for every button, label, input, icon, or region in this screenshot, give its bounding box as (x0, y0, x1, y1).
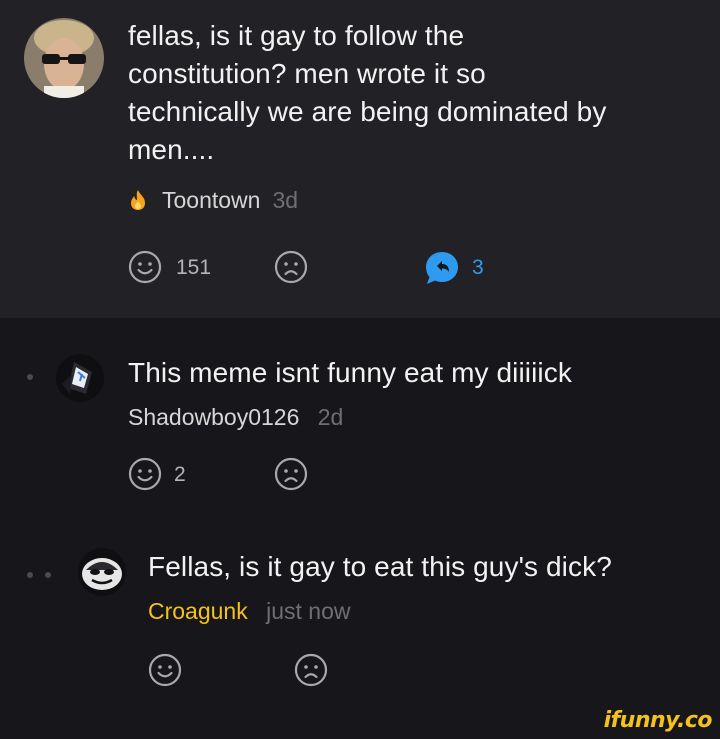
comment2-actions (148, 653, 348, 689)
smile-icon[interactable] (128, 250, 162, 284)
frown-icon[interactable] (274, 250, 308, 284)
post-text-line: constitution? men wrote it so (128, 58, 486, 89)
comment1-time: 2d (317, 404, 344, 430)
post-actions: 151 3 (128, 250, 528, 286)
comment2-text: Fellas, is it gay to eat this guy's dick… (148, 551, 612, 582)
comment1-actions: 2 (128, 457, 328, 493)
post-smile-count: 151 (176, 256, 212, 279)
comment1-meta: Shadowboy0126 2d (128, 404, 343, 431)
post-avatar[interactable] (24, 18, 104, 98)
comment2-avatar[interactable] (78, 548, 126, 596)
avatar-image (78, 548, 126, 596)
post-author[interactable]: Toontown (162, 187, 260, 214)
post-time: 3d (272, 186, 299, 213)
smile-icon[interactable] (128, 457, 162, 491)
post-meta: Toontown 3d (128, 186, 298, 214)
comment2-meta: Croagunk just now (148, 598, 351, 625)
frown-icon[interactable] (294, 653, 328, 687)
comment1-text: This meme isnt funny eat my diiiiick (128, 357, 572, 388)
thread-dot (27, 572, 33, 578)
comment2-time: just now (266, 598, 351, 624)
ifunny-watermark: ifunny.co (603, 708, 713, 733)
comment1-author[interactable]: Shadowboy0126 (128, 404, 299, 430)
post-text: fellas, is it gay to follow the constitu… (128, 17, 698, 169)
avatar-image (56, 354, 104, 402)
comment1-smile-count: 2 (174, 463, 186, 486)
post-text-line: fellas, is it gay to follow the (128, 20, 465, 51)
fire-icon (131, 190, 145, 210)
comment2-author[interactable]: Croagunk (148, 598, 248, 624)
thread-dot (45, 572, 51, 578)
thread-dot (27, 374, 33, 380)
reply-count[interactable]: 3 (472, 256, 484, 280)
post-text-line: men.... (128, 134, 215, 165)
comment1-avatar[interactable] (56, 354, 104, 402)
reply-bubble-icon[interactable] (424, 250, 460, 286)
avatar-image (24, 18, 104, 98)
frown-icon[interactable] (274, 457, 308, 491)
post-text-line: technically we are being dominated by (128, 96, 607, 127)
smile-icon[interactable] (148, 653, 182, 687)
